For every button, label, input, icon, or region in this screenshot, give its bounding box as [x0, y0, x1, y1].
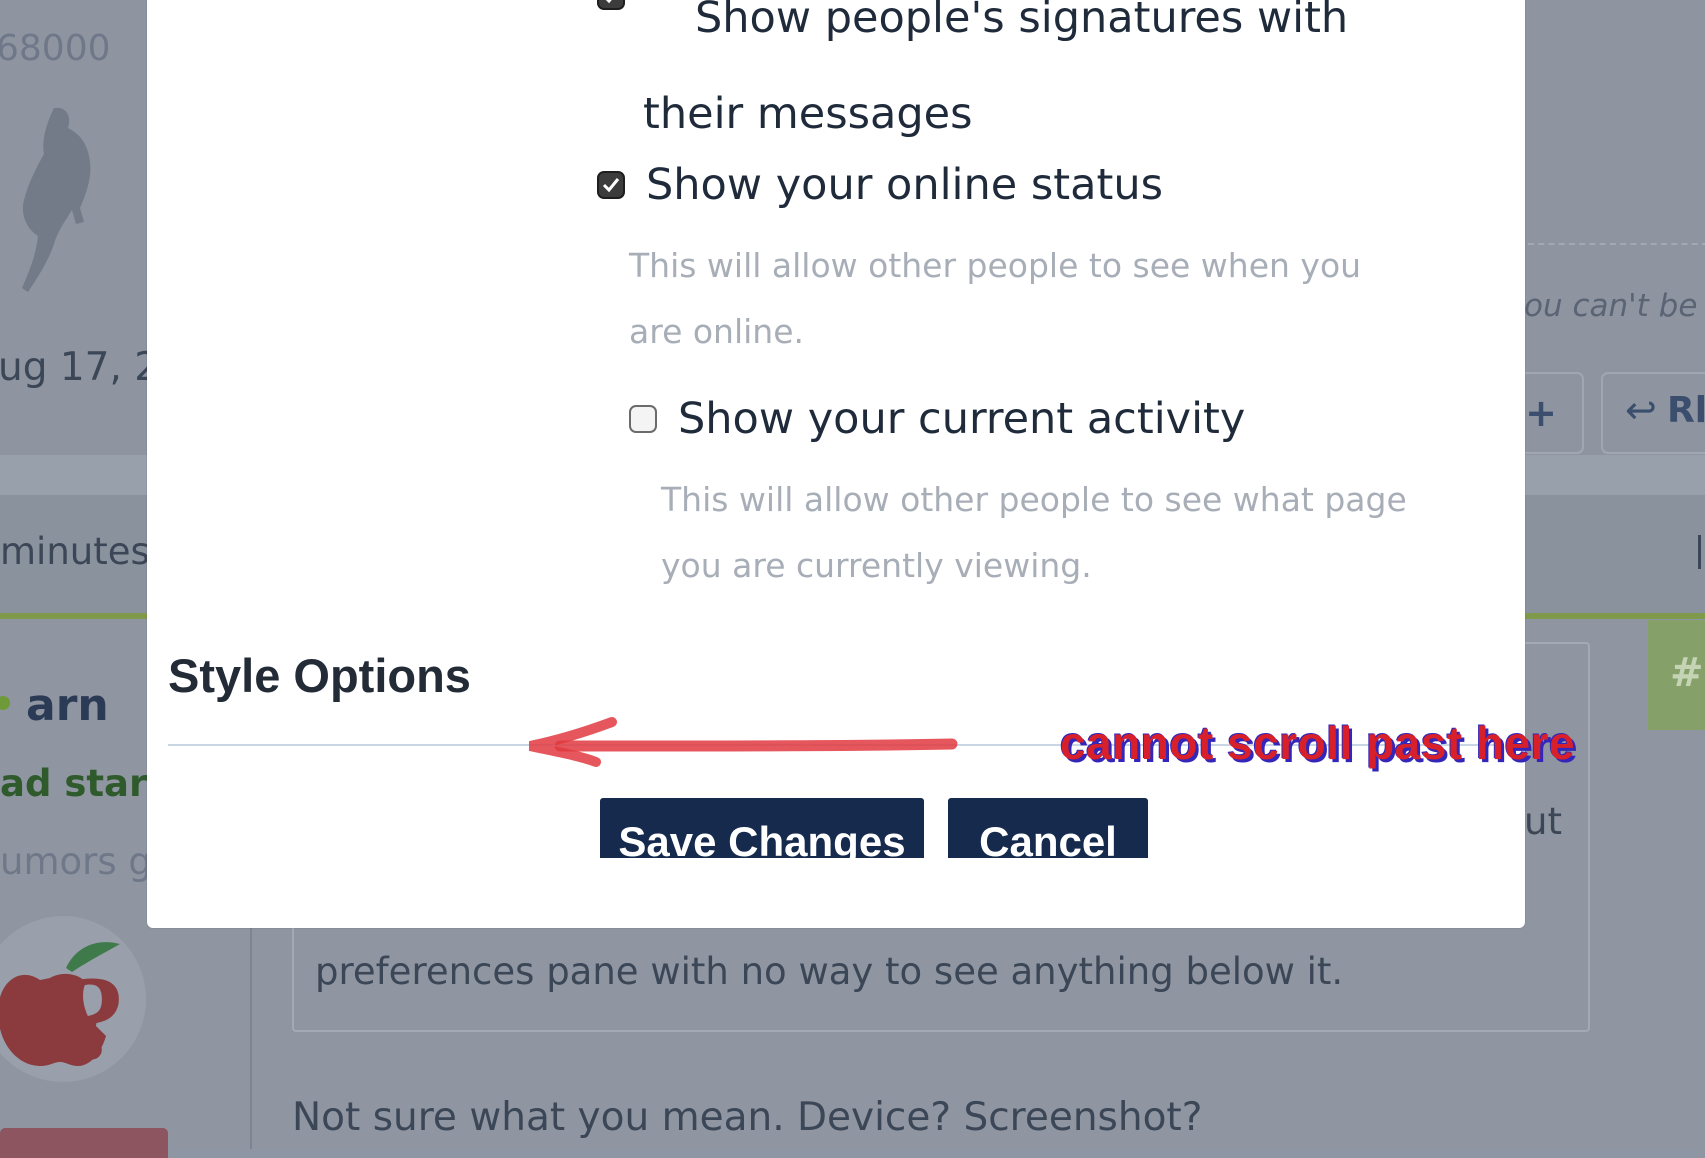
bg-reply-label: Rl [1667, 390, 1705, 431]
bg-post-time: minutes [0, 530, 150, 573]
reply-arrow-icon: ↩ [1625, 388, 1657, 432]
preferences-modal: Show people's signatures with their mess… [147, 0, 1525, 928]
cancel-button[interactable]: Cancel [948, 798, 1148, 858]
current-activity-checkbox[interactable] [629, 405, 657, 433]
bg-hash-tab[interactable]: # [1648, 620, 1705, 730]
bg-dashed-rule [1528, 243, 1705, 245]
bg-italic-note: ou can't be n [1524, 288, 1705, 324]
option-online-status[interactable]: Show your online status [597, 160, 1163, 210]
online-status-label: Show your online status [646, 160, 1164, 210]
signatures-label: Show people's signatures with their mess… [643, 0, 1349, 139]
apple-question-icon: ? [0, 942, 126, 1084]
bg-hash-label: # [1670, 650, 1704, 696]
online-status-hint: This will allow other people to see when… [629, 246, 1362, 351]
svg-text:?: ? [66, 951, 126, 1082]
bg-count-text: 68000 [0, 28, 111, 69]
bg-quote-fragment: ut [1524, 800, 1562, 843]
current-activity-label: Show your current activity [678, 394, 1246, 444]
bg-badge [0, 1128, 168, 1158]
apple-question-avatar: ? [0, 916, 146, 1084]
silhouette-avatar [22, 107, 91, 292]
save-changes-button[interactable]: Save Changes [600, 798, 924, 858]
current-activity-hint: This will allow other people to see what… [661, 480, 1407, 585]
bg-edge-mark [1698, 535, 1701, 569]
bg-username[interactable]: arn [26, 680, 109, 731]
annotation-text: cannot scroll past here [1060, 717, 1576, 769]
checkmark-icon [602, 178, 620, 193]
checkmark-icon [605, 0, 612, 4]
bg-thread-starter: ad start [0, 762, 165, 805]
option-signatures[interactable] [597, 0, 625, 10]
bg-reply-text: Not sure what you mean. Device? Screensh… [292, 1095, 1203, 1140]
signatures-checkbox[interactable] [597, 0, 625, 10]
bg-reply-button[interactable]: ↩ Rl [1601, 372, 1705, 454]
option-current-activity[interactable]: Show your current activity [629, 394, 1245, 444]
style-options-heading: Style Options [168, 649, 471, 702]
online-status-checkbox[interactable] [597, 171, 625, 199]
bg-quote-text: preferences pane with no way to see anyt… [315, 950, 1344, 993]
bg-rumors-text: umors g [0, 840, 152, 883]
